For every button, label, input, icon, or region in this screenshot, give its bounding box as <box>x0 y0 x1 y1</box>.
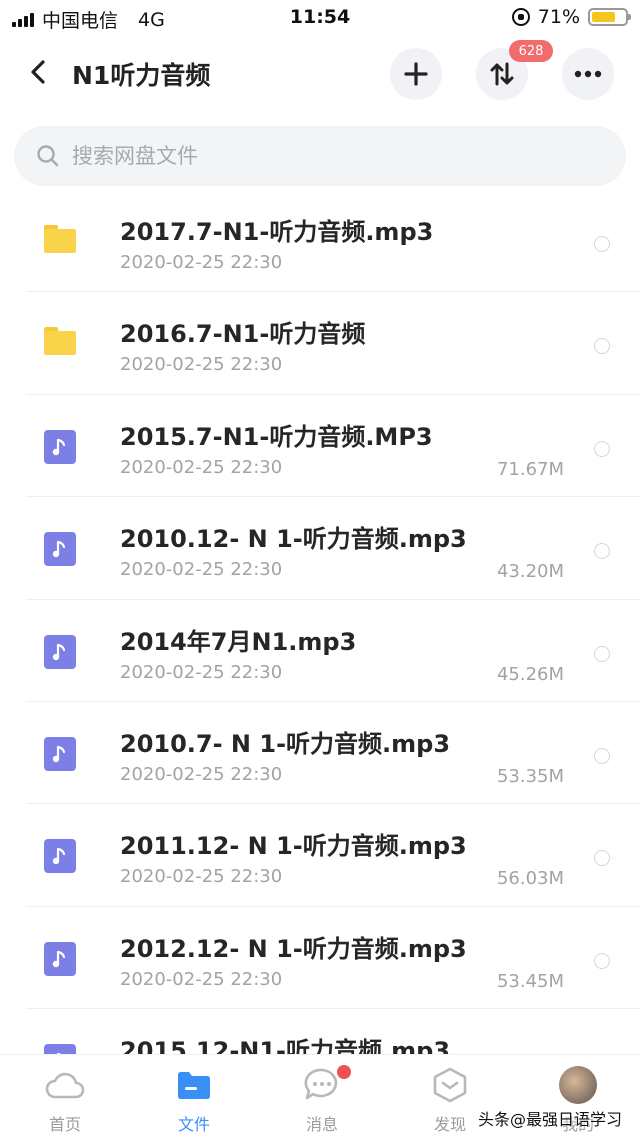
file-row[interactable]: 2016.7-N1-听力音频 2020-02-25 22:30 <box>0 292 640 396</box>
status-right: 71% <box>511 6 631 28</box>
file-date: 2020-02-25 22:30 <box>120 763 283 785</box>
file-name: 2017.7-N1-听力音频.mp3 <box>120 218 434 246</box>
tab-messages[interactable]: 消息 <box>282 1065 362 1135</box>
file-name: 2011.12- N 1-听力音频.mp3 <box>120 832 467 861</box>
file-size: 45.26M <box>496 663 564 685</box>
discover-cube-icon <box>410 1065 490 1105</box>
file-row[interactable]: 2010.7- N 1-听力音频.mp3 2020-02-25 22:30 53.3… <box>0 702 640 805</box>
select-radio[interactable] <box>594 645 610 662</box>
more-dots-icon <box>574 70 602 78</box>
tab-files-label: 文件 <box>177 1115 210 1134</box>
more-button[interactable] <box>562 48 614 100</box>
tab-files[interactable]: 文件 <box>154 1065 234 1135</box>
select-radio[interactable] <box>594 952 610 969</box>
tab-home[interactable]: 首页 <box>25 1065 105 1135</box>
file-date: 2020-02-25 22:30 <box>120 354 283 376</box>
file-name: 2014年7月N1.mp3 <box>120 627 357 656</box>
page-title: N1听力音频 <box>72 61 211 90</box>
plus-icon <box>404 62 428 86</box>
back-arrow-icon <box>31 60 45 84</box>
battery-icon <box>588 8 631 26</box>
file-name: 2010.7- N 1-听力音频.mp3 <box>120 729 451 758</box>
transfer-arrows-icon <box>490 62 514 86</box>
file-row[interactable]: 2012.12- N 1-听力音频.mp3 2020-02-25 22:30 53.… <box>0 907 640 1010</box>
select-radio[interactable] <box>594 236 610 252</box>
file-name: 2010.12- N 1-听力音频.mp3 <box>120 525 467 554</box>
file-row[interactable]: 2015.12-N1-听力音频.mp3 <box>0 1009 640 1054</box>
file-size: 53.45M <box>496 970 564 992</box>
avatar-wrap <box>538 1065 618 1105</box>
cloud-icon <box>25 1065 105 1105</box>
file-row[interactable]: 2014年7月N1.mp3 2020-02-25 22:30 45.26M <box>0 600 640 703</box>
select-radio[interactable] <box>594 747 610 764</box>
tab-messages-label: 消息 <box>305 1115 338 1134</box>
file-list: 2017.7-N1-听力音频.mp3 2020-02-25 22:30 2016.7… <box>0 190 640 1054</box>
select-radio[interactable] <box>594 440 610 457</box>
music-file-icon <box>44 429 76 464</box>
file-date: 2020-02-25 22:30 <box>120 456 283 478</box>
select-radio[interactable] <box>594 338 610 355</box>
file-date: 2020-02-25 22:30 <box>120 968 283 990</box>
music-file-icon <box>44 634 76 669</box>
status-bar: 中国电信 4G 11:54 71% <box>0 0 640 36</box>
file-row[interactable]: 2011.12- N 1-听力音频.mp3 2020-02-25 22:30 56.… <box>0 804 640 908</box>
select-radio[interactable] <box>594 543 610 560</box>
music-file-icon <box>44 532 76 567</box>
folder-tab-icon <box>154 1065 234 1105</box>
file-date: 2020-02-25 22:30 <box>120 661 283 683</box>
transfer-count-badge: 628 <box>509 40 553 62</box>
file-size: 53.35M <box>496 765 564 787</box>
tab-home-label: 首页 <box>48 1115 81 1134</box>
folder-icon <box>44 327 76 361</box>
file-name: 2015.7-N1-听力音频.MP3 <box>120 422 433 451</box>
nav-bar: N1听力音频 628 <box>0 40 640 106</box>
unread-dot <box>337 1065 351 1079</box>
file-row[interactable]: 2017.7-N1-听力音频.mp3 2020-02-25 22:30 <box>0 190 640 293</box>
file-date: 2020-02-25 22:30 <box>120 866 283 888</box>
rotation-lock-icon <box>511 8 530 26</box>
avatar <box>559 1066 597 1104</box>
file-size: 43.20M <box>496 561 564 583</box>
folder-icon <box>44 225 76 259</box>
back-button[interactable] <box>20 54 56 90</box>
music-file-icon <box>44 941 76 976</box>
file-name: 2015.12-N1-听力音频.mp3 <box>120 1037 451 1054</box>
battery-level <box>592 12 615 22</box>
music-file-icon <box>44 1044 76 1054</box>
add-button[interactable] <box>390 48 442 100</box>
watermark: 头条@最强日语学习 <box>478 1110 623 1129</box>
search-input[interactable] <box>72 144 592 168</box>
select-radio[interactable] <box>594 850 610 867</box>
file-date: 2020-02-25 22:30 <box>120 559 283 581</box>
file-size: 71.67M <box>496 458 564 480</box>
search-bar[interactable] <box>14 126 626 186</box>
file-row[interactable]: 2015.7-N1-听力音频.MP3 2020-02-25 22:30 71.67M <box>0 395 640 498</box>
battery-percent: 71% <box>537 6 580 28</box>
search-icon <box>37 145 59 167</box>
file-size: 56.03M <box>496 868 564 890</box>
music-file-icon <box>44 736 76 771</box>
file-date: 2020-02-25 22:30 <box>120 252 283 273</box>
file-row[interactable]: 2010.12- N 1-听力音频.mp3 2020-02-25 22:30 43.… <box>0 497 640 600</box>
file-name: 2012.12- N 1-听力音频.mp3 <box>120 934 467 963</box>
file-name: 2016.7-N1-听力音频 <box>120 320 366 349</box>
music-file-icon <box>44 839 76 874</box>
